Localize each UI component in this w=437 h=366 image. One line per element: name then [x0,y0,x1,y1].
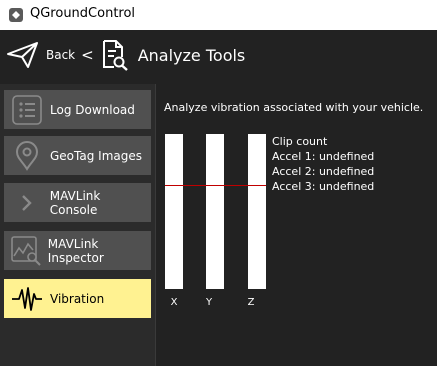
sidebar-item-label: MAVLink Console [49,188,101,217]
axis-label-x: X [170,297,178,308]
map-pin-icon [10,140,44,171]
clip-count-panel: Clip count Accel 1: undefined Accel 2: u… [272,134,374,194]
document-search-icon [102,40,128,71]
accel-2-clip: Accel 2: undefined [272,165,375,178]
vibration-bar-y [206,134,224,289]
sidebar-item-mavlink-console[interactable]: MAVLink Console [4,183,151,222]
clip-threshold-line [165,185,266,186]
vibration-bar-z [248,134,266,289]
chart-search-icon [10,235,42,266]
clip-count-title: Clip count [272,135,328,148]
axis-label-z: Z [247,297,255,308]
window-titlebar: QGroundControl [0,0,437,30]
sidebar-item-label: Log Download [50,102,135,117]
qgc-app-icon [9,8,23,22]
vibration-description: Analyze vibration associated with your v… [164,101,424,114]
page-header: Back < Analyze Tools [0,30,437,80]
sidebar-item-label: GeoTag Images [50,148,142,163]
sidebar: Log Download GeoTag Images MAVLink Conso… [0,84,156,366]
paper-plane-icon [7,42,38,68]
accel-3-clip: Accel 3: undefined [272,180,375,193]
axis-label-y: Y [205,297,213,308]
back-label: Back [46,48,76,62]
vibration-bar-x [165,134,183,289]
sidebar-item-geotag-images[interactable]: GeoTag Images [4,136,151,175]
accel-1-clip: Accel 1: undefined [272,150,375,163]
breadcrumb-separator: < [81,46,94,64]
terminal-chevron-icon [10,188,44,218]
sidebar-item-mavlink-inspector[interactable]: MAVLink Inspector [4,231,151,270]
sidebar-item-label: Vibration [50,291,105,306]
sidebar-item-vibration[interactable]: Vibration [4,279,151,318]
window-title: QGroundControl [30,6,136,21]
panel-divider [155,84,156,366]
back-button[interactable]: Back < Analyze Tools [6,38,245,72]
sidebar-item-label: MAVLink Inspector [47,236,104,265]
sidebar-item-log-download[interactable]: Log Download [4,90,151,129]
page-title: Analyze Tools [137,45,246,65]
list-icon [10,94,44,125]
waveform-icon [10,284,44,314]
